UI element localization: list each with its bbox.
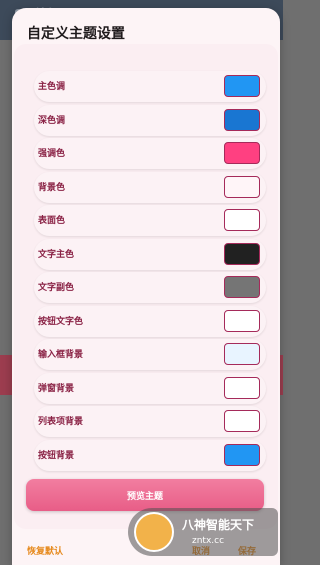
color-row-list-item-background: 列表项背景	[34, 406, 266, 437]
color-row-button-text: 按钮文字色	[34, 306, 266, 337]
watermark-logo-icon	[134, 512, 174, 552]
color-row-label: 文字主色	[38, 250, 75, 260]
color-row-label: 深色调	[38, 116, 66, 126]
preview-theme-button[interactable]: 预览主题	[26, 479, 264, 511]
color-swatch-primary[interactable]	[224, 75, 260, 97]
color-row-label: 列表项背景	[38, 417, 84, 427]
color-row-label: 强调色	[38, 149, 66, 159]
color-swatch-list-item-background[interactable]	[224, 410, 260, 432]
color-row-accent: 强调色	[34, 138, 266, 169]
color-row-surface: 表面色	[34, 205, 266, 236]
color-swatch-button-background[interactable]	[224, 444, 260, 466]
watermark-overlay: 八神智能天下 zntx.cc	[128, 508, 278, 556]
color-row-label: 按钮文字色	[38, 317, 84, 327]
color-row-label: 背景色	[38, 183, 66, 193]
color-list-panel: 主色调 深色调 强调色 背景色 表面色 文字主色 文字副色 按钮文字色 输入框背…	[14, 44, 278, 529]
color-row-text-secondary: 文字副色	[34, 272, 266, 303]
color-swatch-surface[interactable]	[224, 209, 260, 231]
color-row-label: 表面色	[38, 216, 66, 226]
reset-default-button[interactable]: 恢复默认	[27, 544, 63, 557]
color-swatch-dialog-background[interactable]	[224, 377, 260, 399]
color-swatch-text-primary[interactable]	[224, 243, 260, 265]
color-row-label: 主色调	[38, 82, 66, 92]
watermark-title: 八神智能天下	[182, 518, 255, 532]
color-row-label: 文字副色	[38, 283, 75, 293]
color-row-input-background: 输入框背景	[34, 339, 266, 370]
color-row-primary: 主色调	[34, 71, 266, 102]
color-swatch-text-secondary[interactable]	[224, 276, 260, 298]
theme-settings-dialog: 自定义主题设置 主色调 深色调 强调色 背景色 表面色 文字主色 文字副色 按钮…	[12, 8, 280, 565]
color-row-background: 背景色	[34, 172, 266, 203]
color-swatch-button-text[interactable]	[224, 310, 260, 332]
color-swatch-accent[interactable]	[224, 142, 260, 164]
color-row-label: 输入框背景	[38, 350, 84, 360]
color-row-dialog-background: 弹窗背景	[34, 373, 266, 404]
color-swatch-background[interactable]	[224, 176, 260, 198]
dialog-title: 自定义主题设置	[27, 26, 125, 42]
color-row-label: 弹窗背景	[38, 384, 75, 394]
color-row-text-primary: 文字主色	[34, 239, 266, 270]
watermark-url: zntx.cc	[192, 536, 225, 546]
color-row-dark: 深色调	[34, 105, 266, 136]
color-swatch-dark[interactable]	[224, 109, 260, 131]
color-row-button-background: 按钮背景	[34, 440, 266, 471]
color-row-label: 按钮背景	[38, 451, 75, 461]
color-swatch-input-background[interactable]	[224, 343, 260, 365]
